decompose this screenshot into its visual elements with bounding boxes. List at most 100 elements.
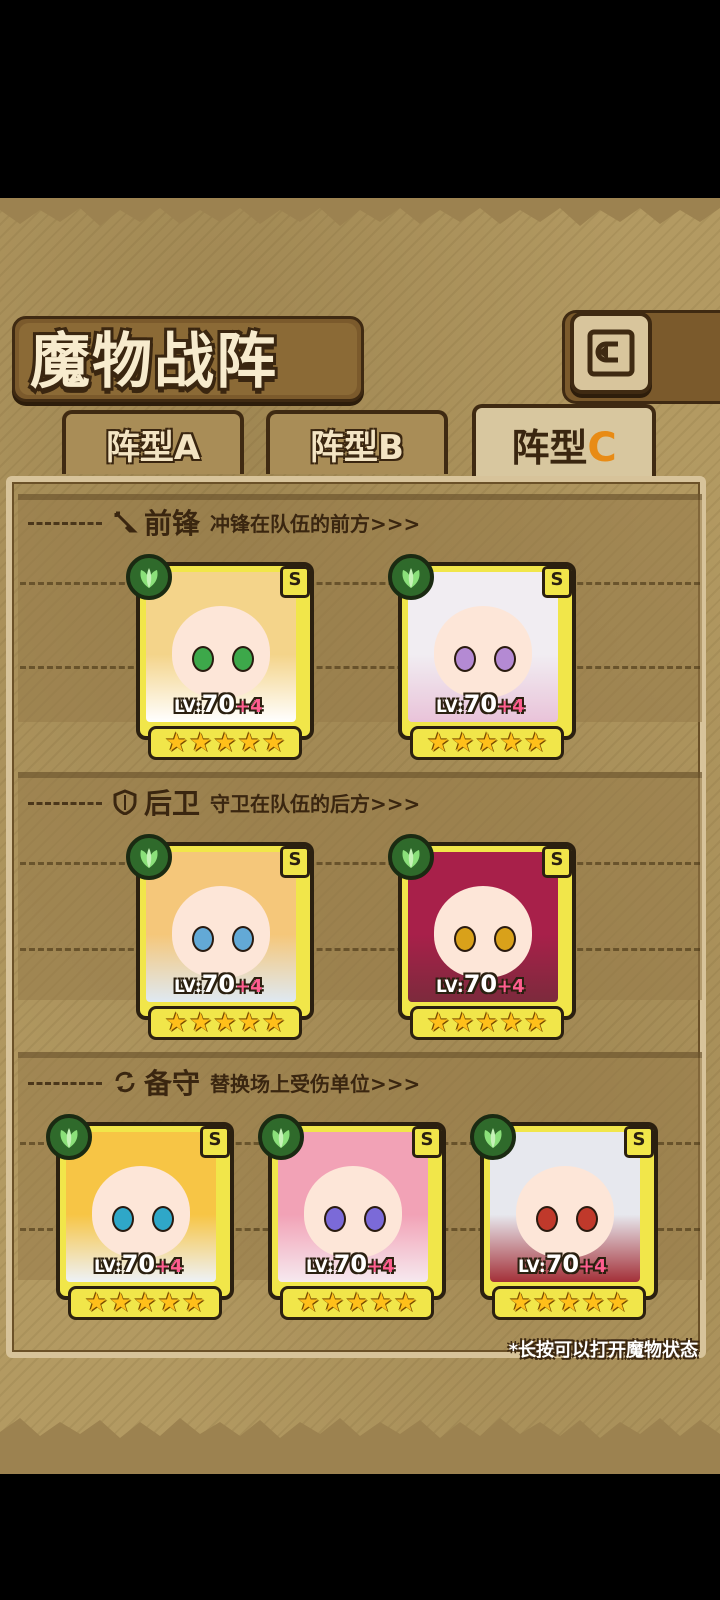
element-badge <box>46 1114 92 1160</box>
unit-level: LV:70+4 <box>174 970 263 998</box>
star-icon: ★ <box>345 1288 369 1318</box>
star-icon: ★ <box>369 1288 393 1318</box>
leaf-icon <box>402 848 420 868</box>
tab-formation-a-label: 阵型A <box>105 427 201 468</box>
star-rating: ★ ★ ★ ★ ★ <box>410 1006 564 1040</box>
tab-formation-c-label: 阵型C <box>511 424 617 471</box>
star-icon: ★ <box>533 1288 557 1318</box>
star-icon: ★ <box>213 1008 237 1038</box>
unit-card[interactable]: S LV:70+4 ★ ★ ★ ★ ★ <box>126 554 314 760</box>
star-icon: ★ <box>261 728 286 758</box>
leaf-icon <box>402 568 420 588</box>
section-reserve-subtitle: 替换场上受伤单位>>> <box>210 1071 421 1096</box>
page-title: 魔物战阵 <box>30 327 278 397</box>
leaf-icon <box>140 848 158 868</box>
section-back-subtitle: 守卫在队伍的后方>>> <box>210 791 421 816</box>
star-icon: ★ <box>321 1288 345 1318</box>
back-arrow-icon <box>587 329 635 377</box>
star-icon: ★ <box>237 1008 261 1038</box>
leaf-icon <box>272 1128 290 1148</box>
star-icon: ★ <box>109 1288 133 1318</box>
star-icon: ★ <box>189 1008 213 1038</box>
section-back: 后卫 守卫在队伍的后方>>> <box>20 782 700 822</box>
element-badge <box>126 834 172 880</box>
section-reserve-title: 备守 <box>144 1067 201 1100</box>
star-icon: ★ <box>261 1008 286 1038</box>
unit-card[interactable]: S LV:70+4 ★ ★ ★ ★ ★ <box>258 1114 446 1320</box>
shield-icon <box>113 789 137 815</box>
star-icon: ★ <box>523 728 548 758</box>
section-front-title: 前锋 <box>144 507 201 540</box>
star-rating: ★ ★ ★ ★ ★ <box>492 1286 646 1320</box>
star-icon: ★ <box>84 1288 109 1318</box>
element-badge <box>388 554 434 600</box>
unit-level: LV:70+4 <box>518 1250 607 1278</box>
element-badge <box>388 834 434 880</box>
unit-card[interactable]: S LV:70+4 ★ ★ ★ ★ ★ <box>388 554 576 760</box>
star-icon: ★ <box>557 1288 581 1318</box>
section-front-subtitle: 冲锋在队伍的前方>>> <box>210 511 421 536</box>
star-rating: ★ ★ ★ ★ ★ <box>148 1006 302 1040</box>
leaf-icon <box>60 1128 78 1148</box>
unit-level: LV:70+4 <box>306 1250 395 1278</box>
element-badge <box>126 554 172 600</box>
star-rating: ★ ★ ★ ★ ★ <box>280 1286 434 1320</box>
section-back-title: 后卫 <box>144 787 201 820</box>
star-icon: ★ <box>499 1008 523 1038</box>
torn-edge-top <box>0 198 720 226</box>
star-icon: ★ <box>581 1288 605 1318</box>
star-icon: ★ <box>523 1008 548 1038</box>
long-press-hint: *长按可以打开魔物状态 <box>508 1340 698 1361</box>
rank-badge: S <box>412 1126 442 1158</box>
star-rating: ★ ★ ★ ★ ★ <box>68 1286 222 1320</box>
rank-badge: S <box>280 566 310 598</box>
element-badge <box>470 1114 516 1160</box>
unit-card[interactable]: S LV:70+4 ★ ★ ★ ★ ★ <box>388 834 576 1040</box>
star-rating: ★ ★ ★ ★ ★ <box>148 726 302 760</box>
star-icon: ★ <box>499 728 523 758</box>
unit-level: LV:70+4 <box>436 970 525 998</box>
star-icon: ★ <box>426 1008 451 1038</box>
back-button[interactable] <box>570 312 652 394</box>
unit-level: LV:70+4 <box>94 1250 183 1278</box>
star-icon: ★ <box>475 728 499 758</box>
star-icon: ★ <box>508 1288 533 1318</box>
unit-card[interactable]: S LV:70+4 ★ ★ ★ ★ ★ <box>470 1114 658 1320</box>
star-icon: ★ <box>189 728 213 758</box>
rank-badge: S <box>624 1126 654 1158</box>
rank-badge: S <box>542 566 572 598</box>
tab-formation-a[interactable]: 阵型A <box>62 410 244 474</box>
unit-card[interactable]: S LV:70+4 ★ ★ ★ ★ ★ <box>126 834 314 1040</box>
section-reserve: 备守 替换场上受伤单位>>> <box>20 1062 700 1102</box>
star-icon: ★ <box>237 728 261 758</box>
star-icon: ★ <box>164 1008 189 1038</box>
star-rating: ★ ★ ★ ★ ★ <box>410 726 564 760</box>
rank-badge: S <box>542 846 572 878</box>
star-icon: ★ <box>133 1288 157 1318</box>
tab-formation-c[interactable]: 阵型C <box>472 404 656 480</box>
star-icon: ★ <box>157 1288 181 1318</box>
star-icon: ★ <box>181 1288 206 1318</box>
leaf-icon <box>484 1128 502 1148</box>
torn-edge-bottom <box>0 1418 720 1474</box>
leaf-icon <box>140 568 158 588</box>
unit-level: LV:70+4 <box>436 690 525 718</box>
star-icon: ★ <box>426 728 451 758</box>
star-icon: ★ <box>475 1008 499 1038</box>
rank-badge: S <box>200 1126 230 1158</box>
swap-icon <box>115 1071 135 1093</box>
rank-badge: S <box>280 846 310 878</box>
star-icon: ★ <box>296 1288 321 1318</box>
star-icon: ★ <box>213 728 237 758</box>
star-icon: ★ <box>451 728 475 758</box>
star-icon: ★ <box>164 728 189 758</box>
tab-formation-b-label: 阵型B <box>310 427 404 468</box>
game-panel: 魔物战阵 阵型A 阵型B 阵型C 前锋 冲锋在队伍的前方>>> 后卫 守卫在队伍… <box>0 198 720 1474</box>
star-icon: ★ <box>605 1288 630 1318</box>
star-icon: ★ <box>393 1288 418 1318</box>
unit-card[interactable]: S LV:70+4 ★ ★ ★ ★ ★ <box>46 1114 234 1320</box>
section-front: 前锋 冲锋在队伍的前方>>> <box>20 502 700 542</box>
tab-formation-b[interactable]: 阵型B <box>266 410 448 474</box>
element-badge <box>258 1114 304 1160</box>
unit-level: LV:70+4 <box>174 690 263 718</box>
